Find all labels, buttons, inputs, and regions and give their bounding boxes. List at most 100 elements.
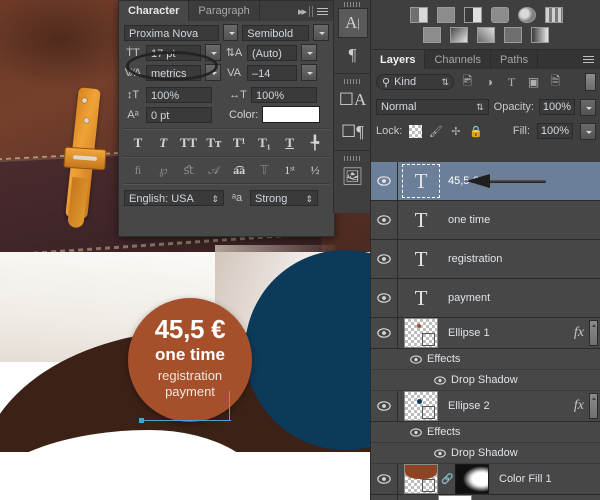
layer-row-partial[interactable] [371,495,600,500]
curves-icon[interactable] [463,7,482,23]
layer-name[interactable]: one time [448,214,490,226]
contextual-alternates-button[interactable]: ﬆ [178,163,200,178]
effects-visibility-toggle[interactable] [405,427,427,437]
layer-visibility-toggle[interactable] [371,391,398,421]
layer-row[interactable]: T 45,5 € [371,162,600,201]
channel-mixer-icon[interactable] [504,27,522,43]
tab-paths[interactable]: Paths [491,50,539,69]
tab-paragraph[interactable]: Paragraph [189,1,260,21]
language-antialias-row[interactable]: English: USA ᵃa Strong [119,187,334,207]
opentype-buttons-row2[interactable]: ﬁ ℘ ﬆ 𝒜 a͡a 𝕋 1ˢᵗ ½ [119,160,334,181]
layer-visibility-toggle[interactable] [371,162,398,200]
panel-menu-icon[interactable] [317,6,329,17]
filter-kind-stepper-icon[interactable]: ⇅ [441,77,449,88]
tab-channels[interactable]: Channels [425,50,491,69]
font-family-field[interactable]: Proxima Nova [124,24,219,41]
hue-saturation-icon[interactable] [544,7,563,23]
strip-grip-icon[interactable] [334,0,371,8]
blend-mode-select[interactable]: Normal ⇅ [376,99,489,115]
panel-controls[interactable]: ▸▸ [292,1,334,21]
small-caps-button[interactable]: Tᴛ [203,135,225,151]
kerning-field[interactable]: metrics [146,64,201,81]
paragraph-styles-icon[interactable]: ☐¶ [338,117,368,147]
faux-bold-button[interactable]: T [127,135,149,151]
font-style-field[interactable]: Semibold [242,24,310,41]
tracking-dropdown-arrow[interactable] [301,64,317,81]
layer-name[interactable]: Ellipse 1 [448,327,490,339]
effect-visibility-toggle[interactable] [429,375,451,385]
baseline-color-row[interactable]: Aᵃ 0 pt Color: [119,103,334,123]
antialias-select[interactable]: Strong [250,190,318,207]
layer-visibility-toggle[interactable] [371,201,398,239]
opacity-dropdown-arrow[interactable] [580,98,596,116]
layer-effects-fx-icon[interactable]: fx [574,398,584,414]
layer-row[interactable]: T one time [371,201,600,240]
layer-visibility-toggle[interactable] [371,495,398,500]
lock-image-pixels-icon[interactable]: 🖌 [429,125,443,138]
faux-italic-button[interactable]: T [152,135,174,151]
layer-name[interactable]: Color Fill 1 [499,473,552,485]
layers-dock[interactable]: Layers Channels Paths ⚲ Kind ⇅ 🖻 ◑ T ▣ 🗎… [370,0,600,500]
color-balance-icon[interactable] [423,27,441,43]
price-badge[interactable]: 45,5 € one time registration payment [128,298,252,422]
lock-position-icon[interactable]: ✢ [449,125,462,138]
ordinals-button[interactable]: 1ˢᵗ [279,163,301,178]
baseline-shift-field[interactable]: 0 pt [146,106,212,123]
fill-dropdown-arrow[interactable] [580,122,596,140]
tab-layers[interactable]: Layers [371,50,426,69]
layers-panel-menu-icon[interactable] [583,54,595,65]
layer-mask-thumbnail[interactable] [455,464,489,494]
photo-filter-icon[interactable] [477,27,495,43]
layer-thumbnail-type[interactable]: T [404,283,438,313]
type-style-buttons-row1[interactable]: T T TT Tᴛ T¹ T₁ T ╄ [119,132,334,154]
layer-row[interactable]: T registration [371,240,600,279]
font-size-dropdown-arrow[interactable] [205,44,221,61]
lock-all-icon[interactable]: 🔒 [469,125,483,138]
standard-ligatures-button[interactable]: ﬁ [127,163,149,178]
gradient-map-icon[interactable] [531,27,549,43]
effect-row[interactable]: Drop Shadow [371,443,600,464]
layer-thumbnail-type[interactable]: T [404,205,438,235]
brightness-contrast-icon[interactable] [409,7,428,23]
lock-row[interactable]: Lock: 🖌 ✢ 🔒 Fill: 100% [371,119,600,143]
vibrance-icon[interactable] [517,7,536,23]
layer-name[interactable]: payment [448,292,490,304]
layer-visibility-toggle[interactable] [371,464,398,494]
layer-visibility-toggle[interactable] [371,279,398,317]
layers-filter-bar[interactable]: ⚲ Kind ⇅ 🖻 ◑ T ▣ 🗎 [371,69,600,95]
filter-toggle-switch[interactable] [585,73,596,91]
old-style-button[interactable]: a͡a [228,163,250,178]
collapsed-panel-icon-strip[interactable]: A | ¶ ☐A ☐¶ 🖼 [333,0,371,213]
tab-character[interactable]: Character [119,1,190,21]
collapse-double-chevron-icon[interactable]: ▸▸ [298,5,307,18]
kerning-tracking-row[interactable]: V⁄A metrics VA –14 [119,61,334,81]
kerning-dropdown-arrow[interactable] [205,64,221,81]
layers-dock-tabs[interactable]: Layers Channels Paths [371,49,600,69]
font-style-dropdown-arrow[interactable] [313,24,329,41]
effects-visibility-toggle[interactable] [405,354,427,364]
layer-thumbnail-fill[interactable] [404,464,438,494]
all-caps-button[interactable]: TT [178,135,200,151]
layer-thumbnail-shape[interactable] [404,318,438,348]
layer-thumbnail-type[interactable]: T [404,244,438,274]
layer-thumbnail-shape[interactable] [404,391,438,421]
shape-layers-filter-icon[interactable]: ▣ [525,74,542,90]
font-family-row[interactable]: Proxima Nova Semibold [119,21,334,41]
mask-link-icon[interactable]: 🔗 [441,474,453,485]
layer-visibility-toggle[interactable] [371,318,398,348]
layer-thumbnail-partial[interactable] [438,495,472,500]
exposure-icon[interactable] [490,7,509,23]
libraries-icon[interactable]: 🖼 [338,162,368,192]
layer-list[interactable]: T 45,5 € T one time T registration T pay… [371,162,600,500]
horizontal-scale-field[interactable]: 100% [251,87,317,103]
adjustment-layers-filter-icon[interactable]: ◑ [481,74,498,90]
font-family-dropdown-arrow[interactable] [222,24,239,41]
effects-expander-toggle[interactable] [589,320,598,346]
strip-grip-icon-2[interactable] [334,77,371,85]
fractions-button[interactable]: ½ [304,163,326,178]
blend-mode-row[interactable]: Normal ⇅ Opacity: 100% [371,95,600,119]
text-color-swatch[interactable] [262,106,321,123]
strip-grip-icon-3[interactable] [334,154,371,162]
blend-mode-stepper-icon[interactable]: ⇅ [476,100,484,115]
leading-field[interactable]: (Auto) [247,44,297,61]
